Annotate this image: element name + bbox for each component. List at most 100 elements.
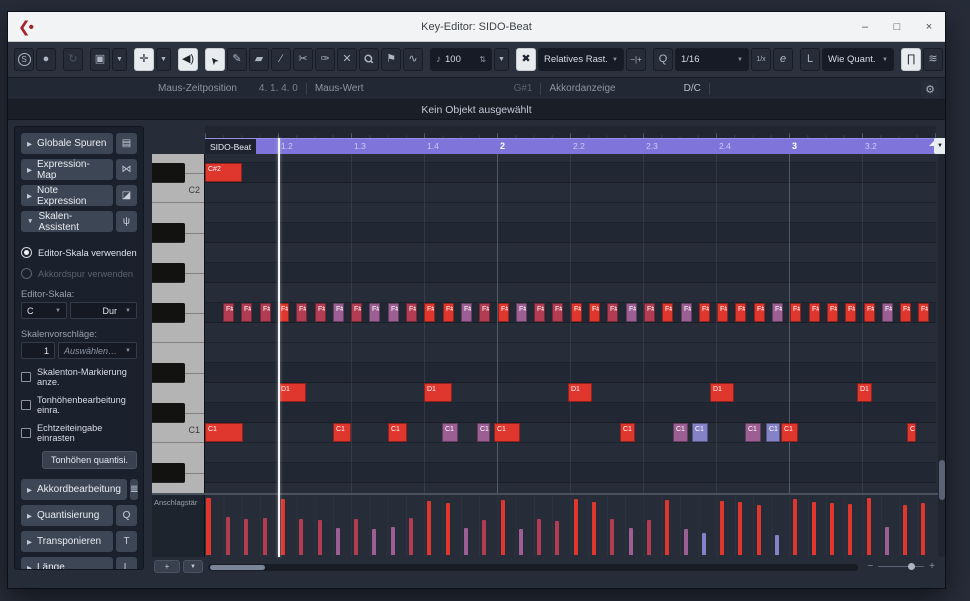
- autoscroll-button[interactable]: ✛: [134, 48, 154, 71]
- velocity-bar[interactable]: [848, 504, 852, 555]
- piano-key-black[interactable]: [152, 363, 185, 383]
- velocity-bar[interactable]: [720, 501, 724, 555]
- suggestion-count-field[interactable]: 1: [21, 342, 55, 359]
- note-grid[interactable]: C#2D1D1D1D1D1C1C1C1C1C1C1C1C1C1C1C1C1C1F…: [205, 154, 936, 493]
- midi-note[interactable]: C1: [766, 423, 780, 442]
- midi-note[interactable]: C1: [907, 423, 916, 442]
- part-list-button[interactable]: ≋: [923, 48, 943, 71]
- velocity-bar[interactable]: [647, 520, 651, 555]
- section-scale-assistant[interactable]: ▼ Skalen-Assistent ψ: [21, 211, 137, 232]
- checkbox-snap-pitch-editing[interactable]: Tonhöhenbearbeitung einra.: [21, 395, 137, 415]
- zoom-slider-handle[interactable]: [908, 563, 915, 570]
- midi-note[interactable]: F#1: [809, 303, 820, 322]
- midi-note[interactable]: F#1: [827, 303, 838, 322]
- midi-note[interactable]: F#1: [406, 303, 417, 322]
- zoom-slider[interactable]: [878, 566, 924, 567]
- midi-note[interactable]: F#1: [333, 303, 344, 322]
- velocity-bar[interactable]: [555, 521, 559, 555]
- velocity-bar[interactable]: [372, 529, 376, 555]
- scale-mode-select[interactable]: Dur ▼: [70, 302, 137, 319]
- quantize-preset-select[interactable]: 1/16 ▼: [675, 48, 749, 71]
- section-note-expression-icon[interactable]: ◪: [116, 185, 137, 206]
- trim-tool[interactable]: ∕: [271, 48, 291, 71]
- velocity-bar[interactable]: [263, 518, 267, 555]
- info-line-gear-icon[interactable]: ⚙: [921, 80, 939, 98]
- midi-note[interactable]: C1: [333, 423, 351, 442]
- part-borders-button[interactable]: ∏: [901, 48, 921, 71]
- section-globale-spuren[interactable]: ▶Globale Spuren▤: [21, 133, 137, 154]
- midi-note[interactable]: F#1: [516, 303, 527, 322]
- velocity-bar[interactable]: [354, 519, 358, 555]
- midi-note[interactable]: C1: [205, 423, 243, 442]
- section-note-expression[interactable]: ▶Note Expression◪: [21, 185, 137, 206]
- midi-note[interactable]: C1: [388, 423, 407, 442]
- ruler[interactable]: SIDO-Beat 1.21.31.422.22.32.433.2: [205, 138, 936, 154]
- piano-key-black[interactable]: [152, 403, 185, 423]
- vertical-scrollbar[interactable]: [938, 154, 945, 557]
- horizontal-scrollbar[interactable]: [208, 564, 858, 571]
- midi-note[interactable]: D1: [857, 383, 872, 402]
- add-lane-button[interactable]: +: [154, 560, 180, 573]
- horizontal-scrollbar-thumb[interactable]: [210, 565, 265, 570]
- zoom-tool[interactable]: Ϙ: [359, 48, 379, 71]
- pitch-visibility-arrow-icon[interactable]: ▼: [112, 48, 127, 71]
- piano-key-black[interactable]: [152, 263, 185, 283]
- part-region[interactable]: SIDO-Beat 1.21.31.422.22.32.433.2: [205, 138, 936, 154]
- comp-tool[interactable]: ⚑: [381, 48, 401, 71]
- velocity-bar[interactable]: [610, 519, 614, 555]
- midi-note[interactable]: F#1: [644, 303, 655, 322]
- midi-note[interactable]: F#1: [461, 303, 472, 322]
- midi-note[interactable]: F#1: [388, 303, 399, 322]
- velocity-bar[interactable]: [226, 517, 230, 555]
- velocity-bar[interactable]: [903, 505, 907, 555]
- draw-tool[interactable]: ✎: [227, 48, 247, 71]
- midi-note[interactable]: D1: [424, 383, 452, 402]
- vertical-scrollbar-thumb[interactable]: [939, 460, 945, 500]
- velocity-bar[interactable]: [867, 498, 871, 555]
- midi-note[interactable]: F#1: [699, 303, 710, 322]
- midi-note[interactable]: F#1: [845, 303, 856, 322]
- midi-note[interactable]: C1: [781, 423, 798, 442]
- grid-type-button[interactable]: −|+: [626, 48, 646, 71]
- split-tool[interactable]: ✂: [293, 48, 313, 71]
- section-akkordbearbeitung[interactable]: ▶Akkordbearbeitung≣: [21, 479, 137, 500]
- piano-key-black[interactable]: [152, 223, 185, 243]
- curve-tool[interactable]: ∿: [403, 48, 423, 71]
- midi-note[interactable]: D1: [710, 383, 734, 402]
- midi-note[interactable]: F#1: [717, 303, 728, 322]
- velocity-bar[interactable]: [464, 528, 468, 555]
- midi-note[interactable]: F#1: [424, 303, 435, 322]
- scale-root-select[interactable]: C ▼: [21, 302, 67, 319]
- velocity-bar[interactable]: [519, 529, 523, 555]
- midi-note[interactable]: F#1: [607, 303, 618, 322]
- midi-note[interactable]: C1: [494, 423, 520, 442]
- section-quantisierung-icon[interactable]: Q: [116, 505, 137, 526]
- tuplet-quantize-button[interactable]: 1/x: [751, 48, 771, 71]
- velocity-bar[interactable]: [281, 499, 285, 555]
- ruler-ticks[interactable]: [205, 126, 936, 138]
- midi-note[interactable]: F#1: [589, 303, 600, 322]
- section-globale-spuren-icon[interactable]: ▤: [116, 133, 137, 154]
- checkbox-snap-live-input[interactable]: Echtzeiteingabe einrasten: [21, 423, 137, 443]
- velocity-bar[interactable]: [427, 501, 431, 555]
- midi-note[interactable]: F#1: [315, 303, 326, 322]
- midi-note[interactable]: F#1: [369, 303, 380, 322]
- piano-keyboard[interactable]: C2C1: [152, 154, 205, 493]
- midi-note[interactable]: F#1: [552, 303, 563, 322]
- radio-chord-track[interactable]: Akkordspur verwenden: [21, 268, 137, 279]
- record-in-editor-button[interactable]: ●: [36, 48, 56, 71]
- velocity-bar[interactable]: [391, 527, 395, 555]
- midi-note[interactable]: F#1: [772, 303, 783, 322]
- midi-note[interactable]: F#1: [296, 303, 307, 322]
- insert-velocity-field[interactable]: ♪ 100 ⇅: [430, 48, 492, 71]
- midi-note[interactable]: F#1: [754, 303, 765, 322]
- object-selection-tool[interactable]: ➤: [205, 48, 225, 71]
- velocity-bar[interactable]: [592, 502, 596, 555]
- midi-note[interactable]: F#1: [571, 303, 582, 322]
- insert-velocity-arrow-icon[interactable]: ▼: [494, 48, 509, 71]
- midi-note[interactable]: F#1: [241, 303, 252, 322]
- section-transponieren[interactable]: ▶TransponierenT: [21, 531, 137, 552]
- midi-note[interactable]: F#1: [534, 303, 545, 322]
- section-akkordbearbeitung-icon[interactable]: ≣: [130, 479, 138, 500]
- radio-editor-scale[interactable]: Editor-Skala verwenden: [21, 247, 137, 258]
